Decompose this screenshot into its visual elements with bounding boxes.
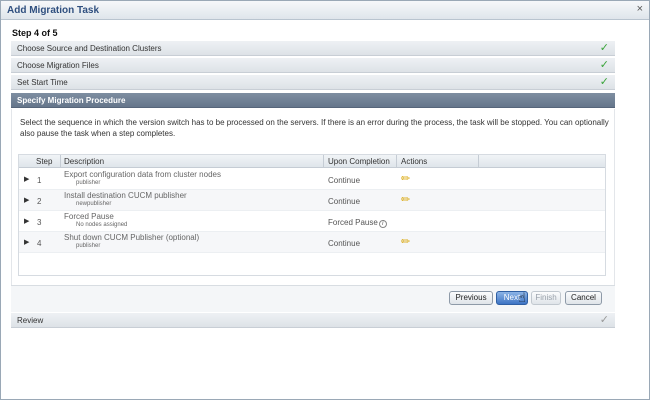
instructions-text: Select the sequence in which the version… [20, 118, 609, 138]
upon-completion-value: Continue [328, 197, 361, 206]
header-upon-completion: Upon Completion [328, 157, 390, 166]
section-choose-files[interactable]: Choose Migration Files ✓ [11, 58, 615, 73]
step-description: Export configuration data from cluster n… [64, 170, 221, 179]
upon-completion-value: Forced Pause i [328, 218, 387, 228]
expand-arrow-icon[interactable]: ▶ [24, 175, 29, 183]
section-label: Specify Migration Procedure [17, 96, 126, 105]
checkmark-icon: ✓ [599, 59, 609, 71]
step-node: publisher [76, 243, 101, 249]
procedure-panel: Select the sequence in which the version… [11, 109, 615, 312]
column-separator [323, 155, 324, 168]
section-label: Choose Source and Destination Clusters [17, 44, 162, 53]
section-specify-procedure[interactable]: Specify Migration Procedure [11, 93, 615, 108]
step-number: 1 [37, 176, 42, 185]
pencil-edit-icon[interactable]: ✏ [401, 235, 410, 248]
step-node: No nodes assigned [76, 222, 128, 228]
dialog-title: Add Migration Task [7, 5, 100, 16]
header-description: Description [64, 157, 105, 166]
table-row[interactable]: ▶ 3 Forced Pause No nodes assigned Force… [19, 211, 605, 232]
table-header: Step Description Upon Completion Actions [19, 155, 605, 168]
procedure-table: Step Description Upon Completion Actions… [18, 154, 606, 276]
table-row[interactable]: ▶ 2 Install destination CUCM publisher n… [19, 190, 605, 211]
expand-arrow-icon[interactable]: ▶ [24, 217, 29, 225]
step-number: 4 [37, 239, 42, 248]
section-review[interactable]: Review ✓ [11, 313, 615, 328]
section-label: Set Start Time [17, 78, 68, 87]
checkmark-icon: ✓ [599, 314, 609, 326]
add-migration-task-dialog: Add Migration Task × Step 4 of 5 Choose … [0, 0, 650, 400]
step-number: 2 [37, 197, 42, 206]
column-separator [396, 155, 397, 168]
upon-completion-text: Forced Pause [328, 218, 378, 227]
checkmark-icon: ✓ [599, 42, 609, 54]
header-actions: Actions [401, 157, 428, 166]
step-indicator: Step 4 of 5 [12, 28, 58, 38]
step-description: Shut down CUCM Publisher (optional) [64, 233, 200, 242]
header-step: Step [36, 157, 53, 166]
checkmark-icon: ✓ [599, 76, 609, 88]
section-label: Choose Migration Files [17, 61, 99, 70]
upon-completion-value: Continue [328, 239, 361, 248]
step-node: newpublisher [76, 201, 112, 207]
pencil-edit-icon[interactable]: ✏ [401, 172, 410, 185]
dialog-titlebar: Add Migration Task × [1, 1, 649, 20]
expand-arrow-icon[interactable]: ▶ [24, 196, 29, 204]
cancel-button[interactable]: Cancel [565, 291, 602, 305]
section-choose-clusters[interactable]: Choose Source and Destination Clusters ✓ [11, 41, 615, 56]
column-separator [478, 155, 479, 168]
info-icon[interactable]: i [378, 220, 387, 228]
step-description: Forced Pause [64, 212, 114, 221]
close-icon[interactable]: × [637, 3, 643, 15]
expand-arrow-icon[interactable]: ▶ [24, 238, 29, 246]
table-row[interactable]: ▶ 4 Shut down CUCM Publisher (optional) … [19, 232, 605, 253]
step-number: 3 [37, 218, 42, 227]
upon-completion-value: Continue [328, 176, 361, 185]
previous-button[interactable]: Previous [449, 291, 493, 305]
finish-button[interactable]: Finish [531, 291, 561, 305]
pencil-edit-icon[interactable]: ✏ [401, 193, 410, 206]
step-description: Install destination CUCM publisher [64, 191, 187, 200]
section-label: Review [17, 316, 44, 325]
table-row[interactable]: ▶ 1 Export configuration data from clust… [19, 169, 605, 190]
step-node: publisher [76, 180, 101, 186]
column-separator [60, 155, 61, 168]
section-set-start-time[interactable]: Set Start Time ✓ [11, 75, 615, 90]
hand-cursor-icon: ☝ [518, 290, 526, 305]
